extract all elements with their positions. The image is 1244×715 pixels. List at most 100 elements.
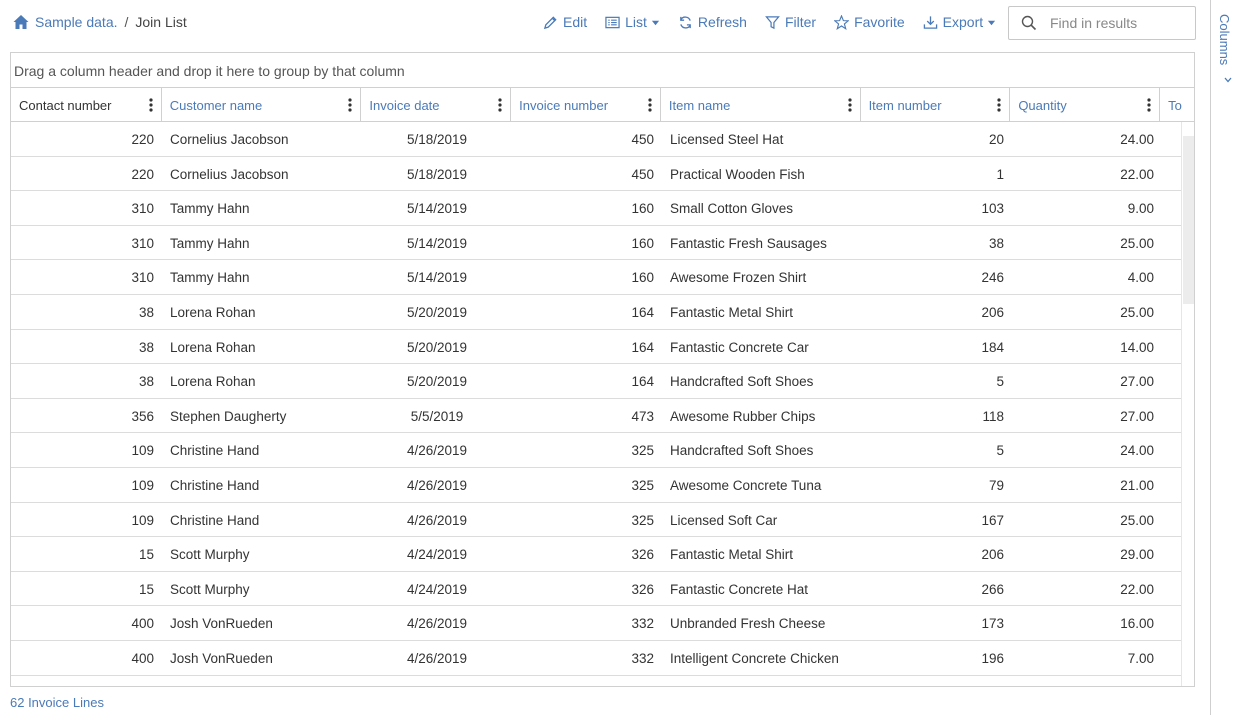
cell-invoice-date: 5/18/2019 <box>406 132 468 147</box>
column-header-invoice-number[interactable]: Invoice number <box>511 88 661 122</box>
search-box <box>1008 6 1196 40</box>
grid-body: 220 Cornelius Jacobson 5/18/2019 450 License… <box>11 122 1194 686</box>
filter-icon <box>765 15 780 29</box>
cell-invoice-number: 325 <box>631 443 654 459</box>
scrollbar-thumb[interactable] <box>1183 136 1194 304</box>
column-header-label: Item name <box>668 98 731 113</box>
cell-quantity: 21.00 <box>1120 477 1154 493</box>
refresh-button[interactable]: Refresh <box>678 14 747 30</box>
cell-item-number: 246 <box>981 270 1004 286</box>
cell-invoice-date: 5/20/2019 <box>406 374 468 390</box>
table-row[interactable]: 38 Lorena Rohan 5/20/2019 164 Fantastic Conc… <box>11 330 1194 365</box>
column-menu-icon[interactable] <box>149 98 153 112</box>
column-menu-icon[interactable] <box>997 98 1001 112</box>
table-row[interactable]: 109 Christine Hand 4/26/2019 325 Handcrafted… <box>11 433 1194 468</box>
cell-contact-number: 220 <box>131 166 154 182</box>
cell-item-number: 206 <box>981 547 1004 563</box>
table-row[interactable]: 310 Tammy Hahn 5/14/2019 160 Small Cotton Gl… <box>11 191 1194 226</box>
columns-panel[interactable]: Columns <box>1210 0 1244 715</box>
favorite-button[interactable]: Favorite <box>834 14 905 30</box>
column-header-quantity[interactable]: Quantity <box>1010 88 1161 122</box>
cell-invoice-number: 332 <box>631 650 654 666</box>
cell-item-number: 118 <box>982 408 1004 424</box>
export-dropdown[interactable]: Export <box>923 14 996 30</box>
list-icon <box>605 16 620 28</box>
cell-quantity: 9.00 <box>1127 201 1154 217</box>
table-row[interactable]: 38 Lorena Rohan 5/20/2019 164 Fantastic Meta… <box>11 295 1194 330</box>
home-icon[interactable] <box>13 14 29 30</box>
cell-contact-number: 38 <box>138 339 154 355</box>
columns-panel-label[interactable]: Columns <box>1217 14 1232 65</box>
record-count: 62 Invoice Lines <box>10 695 104 710</box>
cell-contact-number: 38 <box>138 304 154 320</box>
cell-contact-number: 109 <box>131 443 154 459</box>
column-menu-icon[interactable] <box>648 98 652 112</box>
column-menu-icon[interactable] <box>1147 98 1151 112</box>
cell-item-name: Fantastic Concrete Car <box>670 339 809 355</box>
table-row[interactable]: 310 Tammy Hahn 5/14/2019 160 Fantastic Fresh… <box>11 226 1194 261</box>
cell-invoice-number: 450 <box>631 132 654 147</box>
cell-item-number: 79 <box>988 477 1004 493</box>
cell-customer-name: Stephen Daugherty <box>170 408 287 424</box>
cell-customer-name: Scott Murphy <box>170 547 250 563</box>
table-row[interactable]: 220 Cornelius Jacobson 5/18/2019 450 License… <box>11 122 1194 157</box>
filter-label: Filter <box>784 14 817 30</box>
cell-item-name: Awesome Rubber Chips <box>670 408 816 424</box>
cell-invoice-date: 4/26/2019 <box>406 512 468 528</box>
table-row[interactable]: 109 Christine Hand 4/26/2019 325 Licensed So… <box>11 503 1194 538</box>
cell-quantity: 27.00 <box>1120 408 1154 424</box>
cell-customer-name: Christine Hand <box>170 477 260 493</box>
column-header-item-name[interactable]: Item name <box>661 88 861 122</box>
column-menu-icon[interactable] <box>847 98 852 112</box>
table-row[interactable]: 310 Tammy Hahn 5/14/2019 160 Awesome Frozen … <box>11 260 1194 295</box>
list-dropdown[interactable]: List <box>605 14 660 30</box>
table-row[interactable]: 109 Christine Hand 4/26/2019 325 Awesome Con… <box>11 468 1194 503</box>
favorite-label: Favorite <box>854 14 905 30</box>
breadcrumb-root-link[interactable]: Sample data. <box>35 14 118 30</box>
table-row[interactable]: 356 Stephen Daugherty 5/5/2019 473 Awesome R… <box>11 399 1194 434</box>
cell-customer-name: Christine Hand <box>170 443 260 459</box>
table-row[interactable]: 15 Scott Murphy 4/24/2019 326 Fantastic Conc… <box>11 572 1194 607</box>
cell-contact-number: 15 <box>138 547 154 563</box>
column-menu-icon[interactable] <box>348 98 353 112</box>
column-header-label: Item number <box>868 98 942 113</box>
column-header-contact-number[interactable]: Contact number <box>11 88 162 122</box>
breadcrumb-separator: / <box>124 14 129 30</box>
cell-invoice-number: 450 <box>631 166 654 182</box>
cell-invoice-date: 4/26/2019 <box>406 616 468 632</box>
chevron-down-icon[interactable] <box>1223 75 1233 85</box>
cell-quantity: 29.00 <box>1120 547 1154 563</box>
cell-contact-number: 400 <box>131 650 154 666</box>
cell-item-name: Awesome Concrete Tuna <box>670 477 822 493</box>
table-row[interactable]: 400 Josh VonRueden 4/26/2019 332 Intelligent… <box>11 641 1194 676</box>
cell-contact-number: 310 <box>131 201 154 217</box>
cell-customer-name: Tammy Hahn <box>170 235 250 251</box>
column-header-customer-name[interactable]: Customer name <box>162 88 362 122</box>
table-row[interactable]: 15 Scott Murphy 4/24/2019 326 Fantastic Meta… <box>11 537 1194 572</box>
table-row[interactable]: 38 Lorena Rohan 5/20/2019 164 Handcrafted So… <box>11 364 1194 399</box>
column-header-label: Invoice date <box>369 98 440 113</box>
cell-item-name: Licensed Soft Car <box>670 512 778 528</box>
cell-invoice-number: 160 <box>631 201 654 217</box>
cell-invoice-date: 4/26/2019 <box>406 477 468 493</box>
cell-customer-name: Cornelius Jacobson <box>170 166 289 182</box>
column-header-label: To <box>1168 98 1182 113</box>
cell-contact-number: 310 <box>131 235 154 251</box>
group-by-panel[interactable]: Drag a column header and drop it here to… <box>11 53 1194 88</box>
cell-item-name: Intelligent Concrete Chicken <box>670 650 839 666</box>
cell-invoice-number: 160 <box>631 235 654 251</box>
column-header-invoice-date[interactable]: Invoice date <box>361 88 512 122</box>
cell-item-number: 167 <box>981 512 1004 528</box>
edit-button[interactable]: Edit <box>543 14 587 30</box>
search-input[interactable] <box>1050 15 1190 31</box>
table-row[interactable]: 220 Cornelius Jacobson 5/18/2019 450 Practic… <box>11 157 1194 192</box>
cell-contact-number: 38 <box>138 374 154 390</box>
table-row[interactable]: 400 Josh VonRueden 4/26/2019 332 Unbranded F… <box>11 606 1194 641</box>
column-menu-icon[interactable] <box>498 98 502 112</box>
cell-item-number: 206 <box>981 304 1004 320</box>
column-header-item-number[interactable]: Item number <box>861 88 1011 122</box>
vertical-scrollbar[interactable] <box>1181 122 1194 686</box>
filter-button[interactable]: Filter <box>765 14 816 30</box>
column-header-total[interactable]: To <box>1160 88 1194 122</box>
cell-customer-name: Josh VonRueden <box>170 650 273 666</box>
